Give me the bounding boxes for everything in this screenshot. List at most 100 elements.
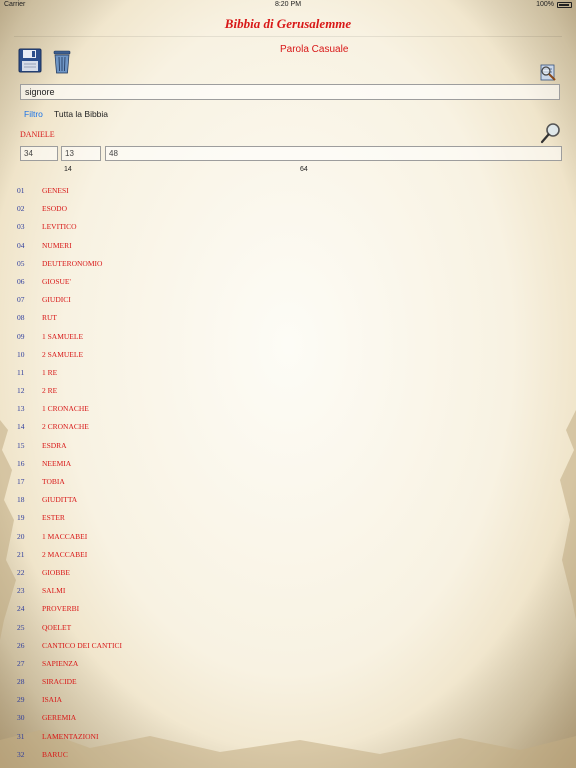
book-row[interactable]: 01 GENESI	[17, 182, 557, 200]
book-number: 02	[17, 204, 25, 214]
book-number: 29	[17, 695, 25, 705]
book-number: 31	[17, 731, 25, 741]
book-number: 07	[17, 295, 25, 305]
book-number: 25	[17, 622, 25, 632]
book-name: CANTICO DEI CANTICI	[42, 640, 122, 650]
book-row[interactable]: 24 PROVERBI	[17, 600, 557, 618]
book-name: GIUDICI	[42, 295, 71, 305]
book-row[interactable]: 18 GIUDITTA	[17, 491, 557, 509]
book-row[interactable]: 30 GEREMIA	[17, 709, 557, 727]
book-number: 04	[17, 240, 25, 250]
book-number: 16	[17, 458, 25, 468]
book-row[interactable]: 25 QOELET	[17, 619, 557, 637]
book-name: SAPIENZA	[42, 658, 79, 668]
book-name: ESODO	[42, 204, 68, 214]
book-number: 13	[17, 404, 25, 414]
book-name: 1 MACCABEI	[42, 531, 88, 541]
book-row[interactable]: 32 BARUC	[17, 746, 557, 764]
chapter-field[interactable]: 13	[61, 146, 101, 161]
trash-icon[interactable]	[52, 49, 72, 74]
book-row[interactable]: 27 SAPIENZA	[17, 655, 557, 673]
book-row[interactable]: 23 SALMI	[17, 582, 557, 600]
book-row[interactable]: 17 TOBIA	[17, 473, 557, 491]
book-name: SIRACIDE	[42, 677, 77, 687]
floppy-disk-icon[interactable]	[18, 48, 42, 73]
book-row[interactable]: 07 GIUDICI	[17, 291, 557, 309]
book-row[interactable]: 13 1 CRONACHE	[17, 400, 557, 418]
book-number: 28	[17, 677, 25, 687]
book-number: 22	[17, 567, 25, 577]
book-number: 11	[17, 367, 25, 377]
book-name: GEREMIA	[42, 713, 77, 723]
book-number: 03	[17, 222, 25, 232]
book-name: GENESI	[42, 186, 69, 195]
verse-field[interactable]: 48	[105, 146, 562, 161]
book-row[interactable]: 14 2 CRONACHE	[17, 418, 557, 436]
book-number: 21	[17, 549, 25, 559]
book-name: PROVERBI	[42, 604, 80, 614]
selected-book-label: DANIELE	[20, 130, 55, 139]
book-number: 10	[17, 349, 25, 359]
book-row[interactable]: 05 DEUTERONOMIO	[17, 255, 557, 273]
book-name: ISAIA	[42, 695, 62, 705]
book-row[interactable]: 19 ESTER	[17, 509, 557, 527]
book-row[interactable]: 21 2 MACCABEI	[17, 546, 557, 564]
book-number-field[interactable]: 34	[20, 146, 58, 161]
book-number: 23	[17, 586, 25, 596]
book-row[interactable]: 10 2 SAMUELE	[17, 346, 557, 364]
book-name: SALMI	[42, 586, 66, 596]
book-name: DEUTERONOMIO	[42, 258, 103, 268]
book-row[interactable]: 09 1 SAMUELE	[17, 328, 557, 346]
book-row[interactable]: 11 1 RE	[17, 364, 557, 382]
book-name: 2 SAMUELE	[42, 349, 84, 359]
book-number: 32	[17, 749, 25, 759]
chapter-count-label: 14	[64, 166, 72, 173]
book-row[interactable]: 04 NUMERI	[17, 237, 557, 255]
book-number: 06	[17, 276, 25, 286]
search-input[interactable]	[20, 84, 560, 100]
book-row[interactable]: 15 ESDRA	[17, 437, 557, 455]
random-word-button[interactable]: Parola Casuale	[280, 44, 348, 55]
book-row[interactable]: 06 GIOSUE'	[17, 273, 557, 291]
book-row[interactable]: 20 1 MACCABEI	[17, 528, 557, 546]
book-name: RUT	[42, 313, 57, 323]
book-number: 27	[17, 658, 25, 668]
book-number: 05	[17, 258, 25, 268]
book-number: 01	[17, 186, 25, 195]
book-row[interactable]: 08 RUT	[17, 309, 557, 327]
book-name: GIUDITTA	[42, 495, 78, 505]
book-row[interactable]: 22 GIOBBE	[17, 564, 557, 582]
title-bar: Bibbia di Gerusalemme	[14, 11, 562, 37]
book-row[interactable]: 28 SIRACIDE	[17, 673, 557, 691]
book-row[interactable]: 26 CANTICO DEI CANTICI	[17, 637, 557, 655]
magnifier-icon[interactable]	[540, 122, 562, 144]
book-row[interactable]: 02 ESODO	[17, 200, 557, 218]
book-name: NUMERI	[42, 240, 72, 250]
book-row[interactable]: 03 LEVITICO	[17, 218, 557, 236]
clock-label: 8:20 PM	[274, 1, 302, 8]
scope-whole-bible-option[interactable]: Tutta la Bibbia	[54, 109, 108, 119]
book-name: BARUC	[42, 749, 68, 759]
book-name: 2 MACCABEI	[42, 549, 88, 559]
battery-label: 100%	[536, 1, 554, 8]
book-row[interactable]: 12 2 RE	[17, 382, 557, 400]
book-number: 20	[17, 531, 25, 541]
book-row[interactable]: 29 ISAIA	[17, 691, 557, 709]
book-row[interactable]: 31 LAMENTAZIONI	[17, 728, 557, 746]
book-number: 26	[17, 640, 25, 650]
book-row[interactable]: 16 NEEMIA	[17, 455, 557, 473]
book-name: ESDRA	[42, 440, 67, 450]
book-name: 2 RE	[42, 386, 58, 396]
book-number: 19	[17, 513, 25, 523]
book-number: 08	[17, 313, 25, 323]
scope-filter-option[interactable]: Filtro	[24, 109, 43, 119]
book-number: 14	[17, 422, 25, 432]
book-number: 18	[17, 495, 25, 505]
book-search-icon[interactable]	[538, 62, 558, 82]
verse-count-label: 64	[300, 166, 308, 173]
battery-icon	[557, 2, 572, 8]
book-name: 1 SAMUELE	[42, 331, 84, 341]
book-number: 24	[17, 604, 25, 614]
book-name: QOELET	[42, 622, 72, 632]
book-number: 15	[17, 440, 25, 450]
